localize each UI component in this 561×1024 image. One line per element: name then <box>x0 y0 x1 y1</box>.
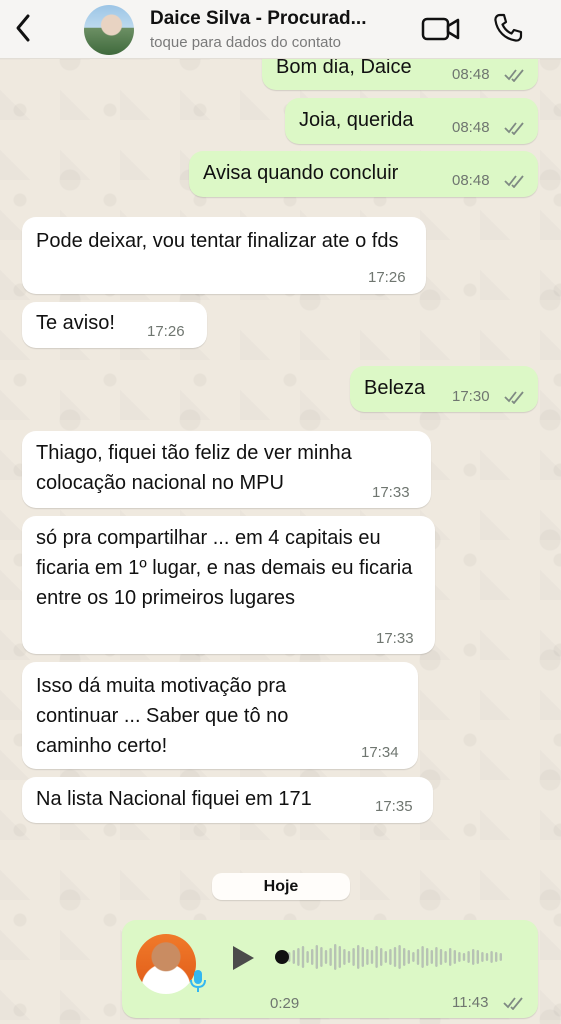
waveform-bar <box>485 953 489 961</box>
message-time: 08:48 <box>452 172 490 189</box>
read-ticks-icon <box>504 391 524 404</box>
waveform-bar <box>458 952 461 962</box>
waveform-bar <box>370 950 374 964</box>
waveform-bar <box>315 945 318 969</box>
day-separator: Hoje <box>212 873 350 900</box>
message-text: Pode deixar, vou tentar finalizar ate o … <box>36 230 399 252</box>
message-time: 17:35 <box>375 798 413 815</box>
waveform-bar <box>334 944 337 970</box>
waveform-bar <box>444 951 447 963</box>
message-bubble-outgoing[interactable]: Avisa quando concluir 08:48 <box>189 151 538 197</box>
message-time: 08:48 <box>452 119 490 136</box>
waveform-bar <box>380 948 383 966</box>
message-time: 17:26 <box>368 269 406 286</box>
waveform-bar <box>398 945 401 969</box>
waveform-bar <box>297 948 300 966</box>
waveform-bar <box>476 950 479 964</box>
message-time: 08:48 <box>452 66 490 83</box>
waveform-bar <box>430 950 433 964</box>
video-call-button[interactable] <box>421 14 461 44</box>
waveform-bar <box>426 948 429 966</box>
message-time: 17:33 <box>372 484 410 501</box>
message-text: só pra compartilhar ... em 4 capitais eu… <box>36 527 413 609</box>
microphone-icon <box>190 970 206 992</box>
message-text: Joia, querida <box>299 109 414 131</box>
contact-info-hint[interactable]: toque para dados do contato <box>150 34 341 51</box>
message-text: Isso dá muita motivação pra continuar ..… <box>36 675 289 757</box>
contact-name[interactable]: Daice Silva - Procurad... <box>150 8 406 30</box>
waveform-bar <box>384 951 387 963</box>
message-bubble-incoming[interactable]: Isso dá muita motivação pra continuar ..… <box>22 662 418 769</box>
voice-message-bubble[interactable]: 0:29 11:43 <box>122 920 538 1018</box>
waveform-bar <box>449 948 452 966</box>
voice-waveform[interactable] <box>274 942 514 972</box>
read-ticks-icon <box>504 122 524 135</box>
message-time: 11:43 <box>452 994 489 1011</box>
waveform-bar <box>292 950 295 964</box>
message-text: Te aviso! <box>36 312 115 334</box>
waveform-bar <box>352 948 355 966</box>
waveform-bar <box>389 949 392 965</box>
waveform-bar <box>490 951 493 963</box>
waveform-bar <box>366 949 369 965</box>
message-bubble-incoming[interactable]: Thiago, fiquei tão feliz de ver minha co… <box>22 431 431 508</box>
sender-avatar <box>136 934 196 994</box>
waveform-bar <box>375 946 378 968</box>
waveform-bar <box>472 949 475 965</box>
play-icon[interactable] <box>230 944 256 972</box>
waveform-bar <box>393 947 397 967</box>
waveform-bar <box>407 950 410 964</box>
waveform-bar <box>306 951 309 963</box>
waveform-bar <box>412 952 415 962</box>
read-ticks-icon <box>504 69 524 82</box>
video-camera-icon <box>421 17 460 41</box>
waveform-bar <box>403 948 406 966</box>
read-ticks-icon <box>503 997 523 1010</box>
waveform-bar <box>320 947 323 967</box>
waveform-bar <box>435 947 438 967</box>
waveform-bar <box>439 949 443 965</box>
waveform-bar <box>343 949 346 965</box>
waveform-bar <box>467 951 470 963</box>
message-text: Beleza <box>364 377 426 399</box>
message-time: 17:30 <box>452 388 490 405</box>
voice-call-button[interactable] <box>492 12 524 44</box>
voice-duration: 0:29 <box>270 995 300 1012</box>
waveform-bar <box>453 950 456 964</box>
waveform-bar <box>301 946 305 968</box>
phone-icon <box>494 13 523 42</box>
chat-header: Daice Silva - Procurad... toque para dad… <box>0 0 561 59</box>
message-bubble-incoming[interactable]: Te aviso! 17:26 <box>22 302 207 348</box>
message-time: 17:26 <box>147 323 185 340</box>
waveform-bar <box>462 953 466 961</box>
waveform-bar <box>357 945 360 969</box>
contact-avatar[interactable] <box>84 5 134 55</box>
waveform-bar <box>338 946 341 968</box>
waveform-bar <box>324 950 328 964</box>
waveform-bar <box>311 949 314 965</box>
message-text: Avisa quando concluir <box>203 162 399 184</box>
waveform-bar <box>361 947 364 967</box>
back-button[interactable] <box>8 10 38 46</box>
playhead[interactable] <box>275 950 289 964</box>
waveform-bar <box>481 952 484 962</box>
waveform-bar <box>416 949 420 965</box>
message-text: Na lista Nacional fiquei em 171 <box>36 788 312 810</box>
message-time: 17:34 <box>361 744 399 761</box>
message-bubble-outgoing[interactable]: Beleza 17:30 <box>350 366 538 412</box>
message-bubble-incoming[interactable]: só pra compartilhar ... em 4 capitais eu… <box>22 516 435 654</box>
waveform-bar <box>499 953 502 961</box>
message-bubble-incoming[interactable]: Na lista Nacional fiquei em 171 17:35 <box>22 777 433 823</box>
waveform-bar <box>421 946 424 968</box>
message-time: 17:33 <box>376 630 414 647</box>
chevron-left-icon <box>16 14 30 42</box>
message-text: Thiago, fiquei tão feliz de ver minha co… <box>36 442 352 494</box>
waveform-bar <box>329 948 332 966</box>
waveform-bar <box>347 951 351 963</box>
message-bubble-outgoing[interactable]: Joia, querida 08:48 <box>285 98 538 144</box>
message-bubble-incoming[interactable]: Pode deixar, vou tentar finalizar ate o … <box>22 217 426 294</box>
waveform-bar <box>495 952 498 962</box>
read-ticks-icon <box>504 175 524 188</box>
